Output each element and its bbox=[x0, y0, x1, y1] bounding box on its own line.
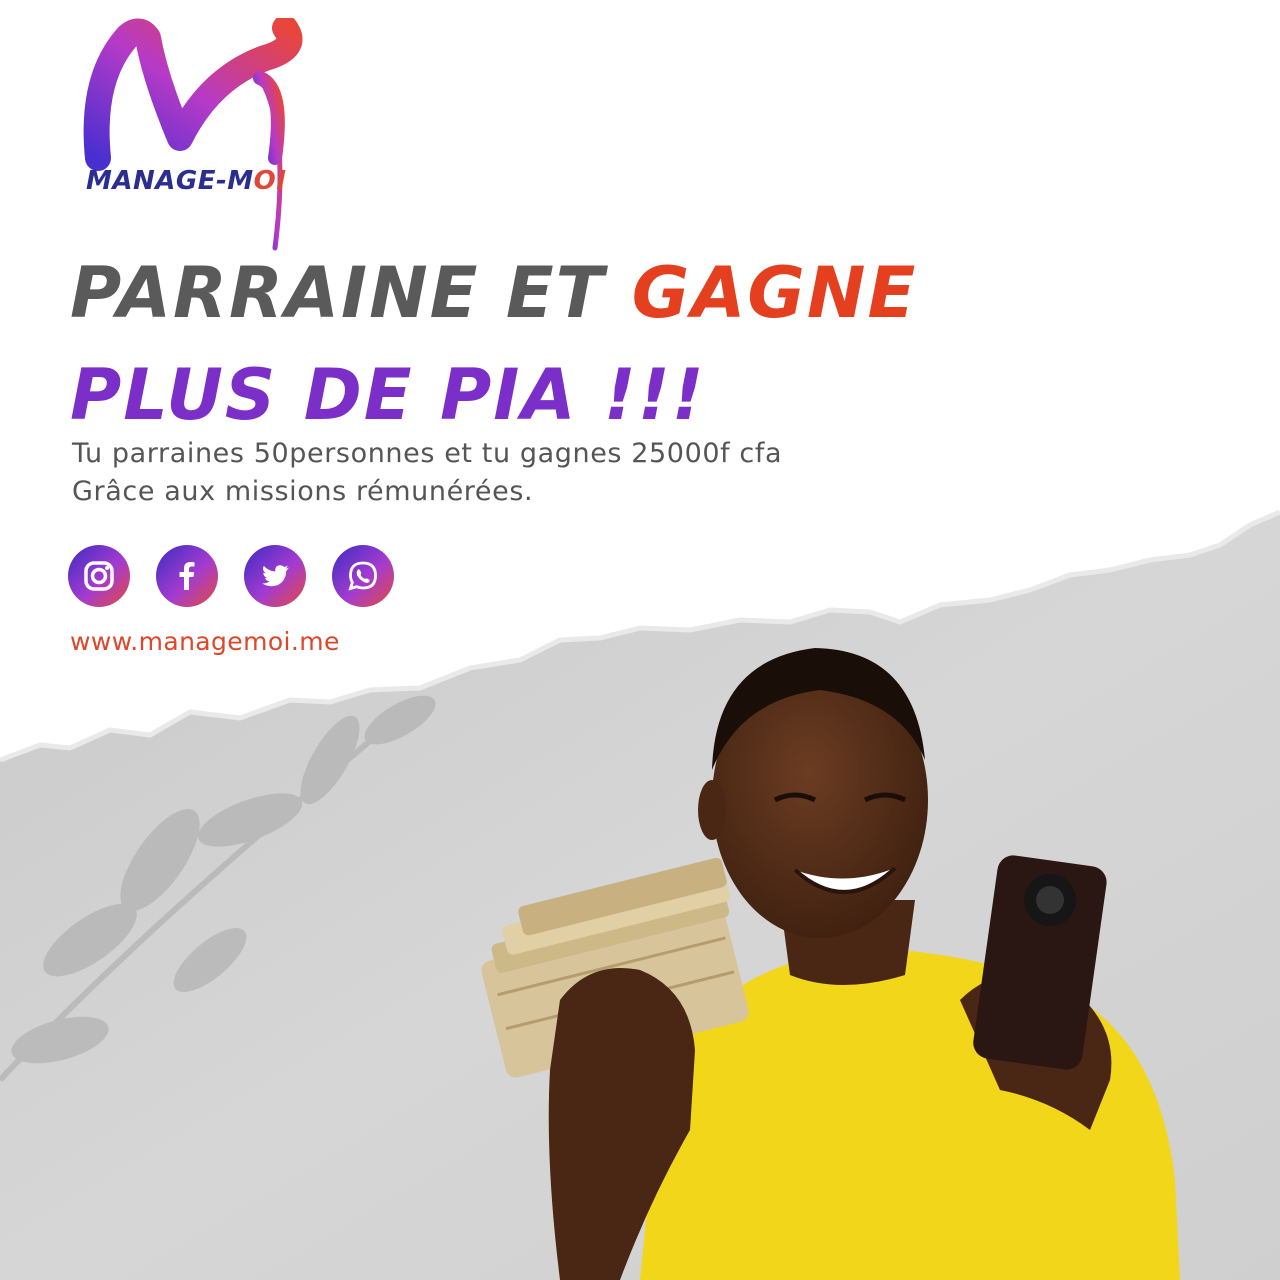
headline-accent: GAGNE bbox=[631, 252, 918, 334]
description-line-1: Tu parraines 50personnes et tu gagnes 25… bbox=[72, 438, 783, 469]
headline-line-2: PLUS DE PIA !!! bbox=[70, 354, 706, 436]
whatsapp-icon[interactable] bbox=[332, 545, 394, 607]
brand-logo bbox=[83, 18, 303, 251]
headline-line-1: PARRAINE ET GAGNE bbox=[70, 258, 917, 328]
promo-poster: MANAGE-MOI PARRAINE ET GAGNE PLUS DE PIA… bbox=[0, 0, 1280, 1280]
brand-name: MANAGE-MOI bbox=[86, 166, 286, 196]
brand-name-main: MANAGE-M bbox=[86, 166, 254, 196]
twitter-icon[interactable] bbox=[244, 545, 306, 607]
website-link[interactable]: www.managemoi.me bbox=[70, 627, 340, 656]
headline-text: PARRAINE ET bbox=[70, 252, 632, 334]
description-line-2: Grâce aux missions rémunérées. bbox=[72, 476, 534, 507]
instagram-icon[interactable] bbox=[68, 545, 130, 607]
brand-name-accent: OI bbox=[253, 166, 287, 196]
facebook-icon[interactable] bbox=[156, 545, 218, 607]
description: Tu parraines 50personnes et tu gagnes 25… bbox=[72, 435, 782, 511]
social-links bbox=[68, 545, 394, 609]
